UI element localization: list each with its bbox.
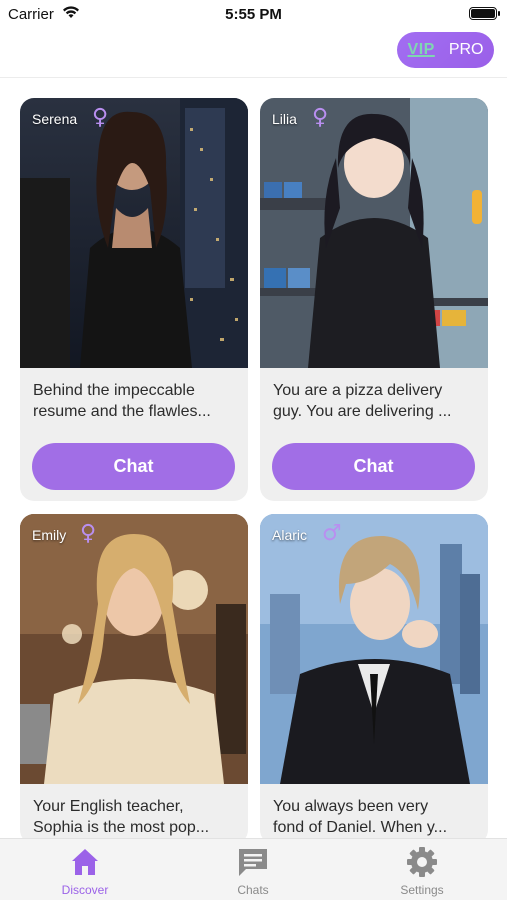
chat-button[interactable]: Chat [272,443,475,490]
character-name: Lilia [272,111,297,127]
character-name: Serena [32,111,78,127]
tab-label: Settings [400,883,444,897]
tab-discover[interactable]: Discover [25,845,145,897]
character-card-alaric[interactable]: Alaric ♂ You always been very fond of Da… [260,514,488,844]
character-description: You always been very fond of Daniel. Whe… [273,798,448,836]
status-bar: Carrier 5:55 PM [0,0,507,28]
portrait-lilia-image [260,98,488,368]
character-description: Behind the impeccable resume and the fla… [33,382,211,420]
vip-label: VIP [407,41,435,58]
portrait-alaric-image [260,514,488,784]
battery-icon [469,7,500,20]
male-icon: ♂ [322,521,342,546]
female-icon: ♀ [80,521,97,546]
tab-chats[interactable]: Chats [193,845,313,897]
portrait-serena-image [20,98,248,368]
character-description: Your English teacher, Sophia is the most… [33,798,210,836]
character-card-lilia[interactable]: Lilia ♀ You are a pizza delivery guy. Yo… [260,98,488,501]
home-icon [72,849,98,875]
pro-label: PRO [448,41,484,58]
character-image: Emily ♀ [20,514,248,784]
vip-pro-button[interactable]: VIP PRO [397,32,494,68]
chat-button[interactable]: Chat [32,443,235,490]
chat-bubble-icon [239,849,267,876]
bottom-tab-bar: Discover Chats Settings [0,838,507,900]
character-image: Serena ♀ [20,98,248,368]
character-description: You are a pizza delivery guy. You are de… [273,382,452,420]
character-image: Alaric ♂ [260,514,488,784]
character-name: Emily [32,527,67,543]
female-icon: ♀ [92,105,109,130]
character-image: Lilia ♀ [260,98,488,368]
gear-icon [407,847,437,877]
female-icon: ♀ [312,105,329,130]
tab-settings[interactable]: Settings [362,845,482,897]
character-name: Alaric [272,527,308,543]
character-card-emily[interactable]: Emily ♀ Your English teacher, Sophia is … [20,514,248,844]
character-card-serena[interactable]: Serena ♀ Behind the impeccable resume an… [20,98,248,501]
tab-label: Discover [61,883,109,897]
top-header: VIP PRO [0,28,507,78]
status-time: 5:55 PM [225,6,282,23]
portrait-emily-image [20,514,248,784]
tab-label: Chats [237,883,269,897]
